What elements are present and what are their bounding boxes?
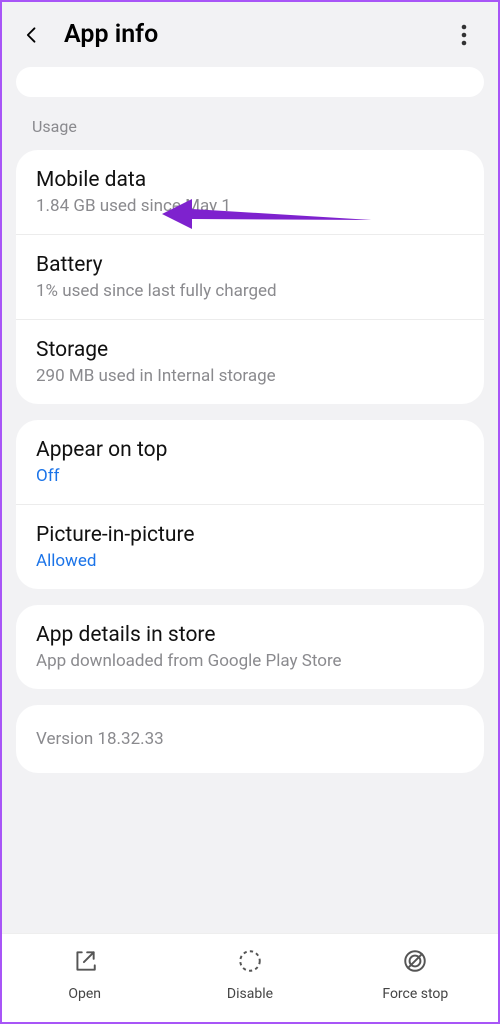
back-icon[interactable]	[18, 21, 46, 49]
page-title: App info	[64, 20, 450, 49]
mobile-data-title: Mobile data	[36, 168, 464, 192]
usage-card: Mobile data 1.84 GB used since May 1 Bat…	[16, 150, 484, 404]
version-card: Version 18.32.33	[16, 705, 484, 773]
disable-button[interactable]: Disable	[167, 948, 332, 1002]
store-title: App details in store	[36, 623, 464, 647]
force-stop-button[interactable]: Force stop	[333, 948, 498, 1002]
more-options-icon[interactable]	[450, 21, 478, 49]
app-details-store-row[interactable]: App details in store App downloaded from…	[16, 605, 484, 689]
version-text: Version 18.32.33	[36, 729, 464, 749]
open-button[interactable]: Open	[2, 948, 167, 1002]
overlay-card: Appear on top Off Picture-in-picture All…	[16, 420, 484, 589]
header: App info	[2, 2, 498, 67]
mobile-data-sub: 1.84 GB used since May 1	[36, 196, 464, 216]
open-icon	[72, 948, 98, 978]
storage-sub: 290 MB used in Internal storage	[36, 366, 464, 386]
open-label: Open	[68, 986, 101, 1002]
pip-title: Picture-in-picture	[36, 523, 464, 547]
store-sub: App downloaded from Google Play Store	[36, 651, 464, 671]
appear-on-top-value: Off	[36, 466, 464, 486]
appear-on-top-row[interactable]: Appear on top Off	[16, 420, 484, 504]
pip-value: Allowed	[36, 551, 464, 571]
store-card: App details in store App downloaded from…	[16, 605, 484, 689]
usage-section-label: Usage	[2, 97, 498, 150]
battery-title: Battery	[36, 253, 464, 277]
battery-sub: 1% used since last fully charged	[36, 281, 464, 301]
bottom-bar: Open Disable Force stop	[2, 933, 498, 1022]
disable-label: Disable	[227, 986, 273, 1002]
appear-on-top-title: Appear on top	[36, 438, 464, 462]
battery-row[interactable]: Battery 1% used since last fully charged	[16, 234, 484, 319]
force-stop-icon	[402, 948, 428, 978]
mobile-data-row[interactable]: Mobile data 1.84 GB used since May 1	[16, 150, 484, 234]
storage-title: Storage	[36, 338, 464, 362]
disable-icon	[237, 948, 263, 978]
force-stop-label: Force stop	[382, 986, 448, 1002]
pip-row[interactable]: Picture-in-picture Allowed	[16, 504, 484, 589]
previous-card-bottom	[16, 67, 484, 97]
storage-row[interactable]: Storage 290 MB used in Internal storage	[16, 319, 484, 404]
